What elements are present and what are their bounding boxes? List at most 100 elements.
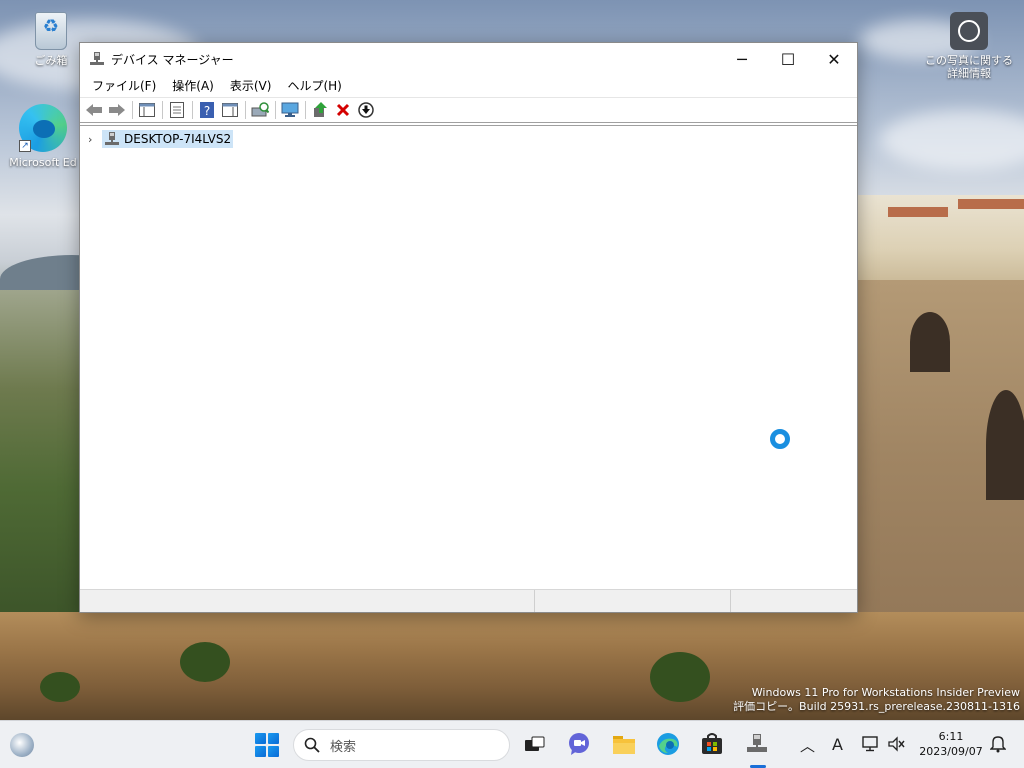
- status-pane: [731, 590, 857, 612]
- status-pane: [80, 590, 535, 612]
- system-clock[interactable]: 6:11 2023/09/07: [916, 729, 986, 759]
- uninstall-icon: [336, 103, 350, 117]
- ime-mode-label: A: [832, 735, 843, 754]
- network-icon: [862, 736, 878, 752]
- file-explorer-button[interactable]: [611, 731, 637, 757]
- minimize-button[interactable]: ─: [719, 43, 765, 75]
- notification-icon: [989, 736, 1007, 753]
- arrow-left-icon: [86, 104, 102, 116]
- task-view-icon: [525, 736, 545, 751]
- menu-view[interactable]: 表示(V): [222, 75, 280, 97]
- widgets-icon[interactable]: [10, 733, 34, 757]
- toolbar-separator: [245, 101, 246, 119]
- properties-button[interactable]: [166, 99, 188, 121]
- properties-icon: [170, 102, 184, 118]
- wallpaper-bush: [40, 672, 80, 702]
- toolbar-separator: [162, 101, 163, 119]
- help-button[interactable]: ?: [196, 99, 218, 121]
- chevron-up-icon: ︿: [800, 737, 816, 755]
- toolbar-separator: [132, 101, 133, 119]
- watermark-line: 評価コピー。Build 25931.rs_prerelease.230811-1…: [733, 700, 1020, 713]
- forward-button[interactable]: [106, 99, 128, 121]
- show-hidden-icons-button[interactable]: ︿: [800, 735, 815, 756]
- desktop-icon-edge[interactable]: ↗ Microsoft Ed: [7, 104, 79, 169]
- wallpaper-bush: [180, 642, 230, 682]
- start-button[interactable]: [255, 733, 279, 757]
- scan-hardware-button[interactable]: [249, 99, 271, 121]
- wallpaper-town: [858, 195, 1024, 285]
- title-bar[interactable]: デバイス マネージャー ─ ☐ ✕: [80, 43, 857, 75]
- console-tree-icon: [139, 103, 155, 117]
- disable-device-icon: [358, 102, 374, 118]
- minimize-icon: ─: [737, 49, 747, 69]
- monitor-button[interactable]: [279, 99, 301, 121]
- maximize-button[interactable]: ☐: [765, 43, 811, 75]
- watermark-line: Windows 11 Pro for Workstations Insider …: [751, 686, 1020, 699]
- toolbar-separator: [275, 101, 276, 119]
- shortcut-arrow-icon: ↗: [19, 140, 31, 152]
- scan-hardware-icon: [251, 102, 269, 117]
- store-button[interactable]: [699, 731, 725, 757]
- volume-button[interactable]: [888, 736, 906, 756]
- ime-indicator[interactable]: A: [832, 735, 843, 754]
- tree-node-computer[interactable]: DESKTOP-7I4LVS2: [102, 130, 234, 148]
- desktop-icon-recycle-bin[interactable]: ごみ箱: [13, 12, 89, 67]
- menu-bar: ファイル(F) 操作(A) 表示(V) ヘルプ(H): [80, 75, 857, 97]
- clock-date: 2023/09/07: [919, 745, 983, 758]
- toolbar-separator: [192, 101, 193, 119]
- clock-time: 6:11: [938, 730, 964, 743]
- tree-label-computer: DESKTOP-7I4LVS2: [124, 132, 232, 146]
- device-manager-window[interactable]: デバイス マネージャー ─ ☐ ✕ ファイル(F) 操作(A) 表示(V) ヘル…: [79, 42, 858, 613]
- arrow-right-icon: [109, 104, 125, 116]
- monitor-icon: [281, 102, 299, 117]
- desktop-icon-label: Microsoft Ed: [9, 156, 77, 169]
- device-manager-taskbar-button[interactable]: [744, 731, 770, 757]
- console-tree-button[interactable]: [136, 99, 158, 121]
- camera-icon: [950, 12, 988, 50]
- store-icon: [702, 733, 722, 754]
- edge-icon: ↗: [19, 104, 67, 152]
- close-icon: ✕: [827, 49, 841, 69]
- wallpaper-valley: [0, 290, 90, 620]
- tree-expander-icon[interactable]: ›: [88, 133, 102, 146]
- wallpaper-roof: [888, 207, 948, 217]
- menu-help[interactable]: ヘルプ(H): [279, 75, 349, 97]
- help-icon: ?: [200, 102, 214, 118]
- notification-button[interactable]: [989, 735, 1007, 757]
- desktop-icon-photo-info[interactable]: この写真に関する詳細情報: [922, 12, 1016, 80]
- maximize-icon: ☐: [780, 49, 796, 69]
- device-manager-icon: [89, 51, 105, 67]
- status-bar: [80, 589, 857, 612]
- disable-device-button[interactable]: [355, 99, 377, 121]
- update-driver-button[interactable]: [309, 99, 331, 121]
- close-button[interactable]: ✕: [811, 43, 857, 75]
- desktop-icon-label: この写真に関する詳細情報: [925, 54, 1013, 80]
- taskbar: 検索 ︿ A 6:11 2023/09/07: [0, 720, 1024, 768]
- window-title: デバイス マネージャー: [111, 52, 234, 67]
- taskbar-search[interactable]: 検索: [293, 729, 510, 761]
- edge-button[interactable]: [655, 731, 681, 757]
- menu-action[interactable]: 操作(A): [164, 75, 222, 97]
- build-watermark: Windows 11 Pro for Workstations Insider …: [733, 686, 1020, 714]
- task-view-button[interactable]: [522, 731, 548, 757]
- menu-file[interactable]: ファイル(F): [84, 75, 164, 97]
- desktop-icon-label: ごみ箱: [34, 54, 68, 67]
- device-manager-icon: [747, 734, 767, 752]
- back-button[interactable]: [83, 99, 105, 121]
- wallpaper-arch: [986, 390, 1024, 500]
- action-pane-icon: [222, 103, 238, 117]
- muted-volume-icon: [888, 736, 905, 752]
- teams-chat-button[interactable]: [566, 731, 592, 757]
- action-pane-button[interactable]: [219, 99, 241, 121]
- recycle-bin-icon: [35, 12, 67, 50]
- tree-row-computer[interactable]: › DESKTOP-7I4LVS2: [88, 130, 234, 148]
- search-icon: [304, 737, 320, 753]
- edge-icon: [657, 733, 679, 755]
- update-driver-icon: [314, 102, 327, 117]
- wallpaper-roof: [958, 199, 1024, 209]
- device-tree-pane[interactable]: › DESKTOP-7I4LVS2: [80, 125, 857, 589]
- search-placeholder: 検索: [330, 739, 357, 755]
- svg-text:?: ?: [204, 104, 210, 118]
- uninstall-device-button[interactable]: [332, 99, 354, 121]
- network-button[interactable]: [862, 736, 880, 756]
